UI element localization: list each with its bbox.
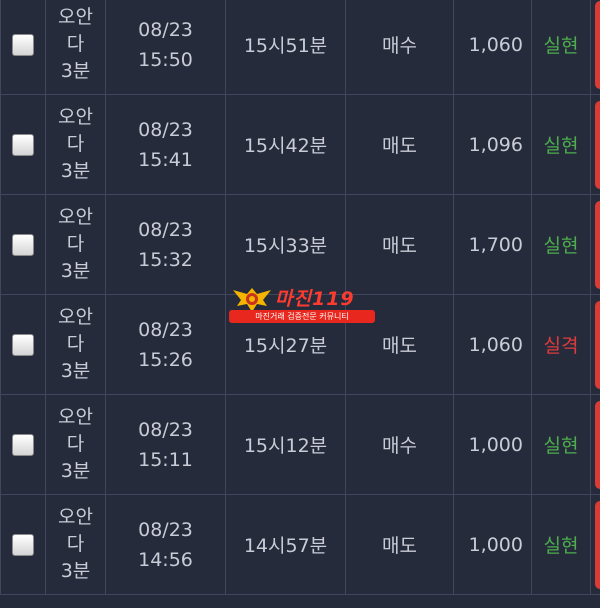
trade-side: 매도 [345,494,454,595]
row-checkbox[interactable] [12,333,34,356]
row-checkbox[interactable] [12,233,34,256]
row-select-cell[interactable] [0,194,46,295]
trade-amount: 1,700 [453,194,532,295]
round-time: 15시33분 [225,194,346,295]
trade-amount: 1,096 [453,94,532,195]
item-name: 오안 다 3분 [45,494,106,595]
table-row: 오안 다 3분 08/23 14:56 14시57분 매도 1,000 실현 [0,494,600,595]
order-time: 14:56 [138,548,193,571]
order-datetime: 08/23 14:56 [105,494,226,595]
watermark-tagline: 마진거래 검증전문 커뮤니티 [229,310,375,323]
trade-result: 실현 [531,494,591,595]
order-date: 08/23 [138,318,193,341]
row-select-cell[interactable] [0,394,46,495]
item-name-line: 3분 [60,160,91,182]
row-action-cell[interactable] [590,94,600,195]
item-name-line: 다 [66,333,85,355]
row-select-cell[interactable] [0,0,46,95]
item-name-line: 다 [66,133,85,155]
item-name-line: 3분 [60,260,91,282]
trade-result: 실현 [531,394,591,495]
order-datetime: 08/23 15:50 [105,0,226,95]
watermark-brand: 마진119 [275,288,355,310]
trade-amount: 1,060 [453,0,532,95]
round-time: 14시57분 [225,494,346,595]
row-checkbox[interactable] [12,533,34,556]
order-date: 08/23 [138,18,193,41]
item-name-line: 3분 [60,360,91,382]
trade-amount: 1,060 [453,294,532,395]
trade-result: 실현 [531,94,591,195]
item-name: 오안 다 3분 [45,194,106,295]
trade-amount: 1,000 [453,394,532,495]
table-row: 오안 다 3분 08/23 15:11 15시12분 매수 1,000 실현 [0,394,600,495]
row-action-cell[interactable] [590,194,600,295]
row-action-cell[interactable] [590,294,600,395]
item-name-line: 오안 [58,206,93,228]
order-date: 08/23 [138,218,193,241]
trade-side: 매수 [345,0,454,95]
order-time: 15:50 [138,48,193,71]
row-action-button[interactable] [595,300,600,389]
order-datetime: 08/23 15:32 [105,194,226,295]
row-action-cell[interactable] [590,0,600,95]
item-name-line: 다 [66,533,85,555]
trade-result: 실현 [531,0,591,95]
item-name-line: 오안 [58,406,93,428]
trade-side: 매도 [345,194,454,295]
item-name-line: 오안 [58,506,93,528]
order-datetime: 08/23 15:41 [105,94,226,195]
item-name-line: 3분 [60,560,91,582]
table-row: 오안 다 3분 08/23 15:41 15시42분 매도 1,096 실현 [0,94,600,195]
table-row: 오안 다 3분 08/23 15:50 15시51분 매수 1,060 실현 [0,0,600,95]
trade-amount: 1,000 [453,494,532,595]
trade-result: 실현 [531,194,591,295]
item-name-line: 3분 [60,460,91,482]
row-action-button[interactable] [595,200,600,289]
order-time: 15:11 [138,448,193,471]
row-select-cell[interactable] [0,494,46,595]
row-select-cell[interactable] [0,94,46,195]
order-datetime: 08/23 15:26 [105,294,226,395]
order-date: 08/23 [138,118,193,141]
item-name-line: 오안 [58,106,93,128]
trade-result: 실격 [531,294,591,395]
row-action-button[interactable] [595,0,600,89]
item-name: 오안 다 3분 [45,294,106,395]
order-time: 15:26 [138,348,193,371]
row-action-cell[interactable] [590,494,600,595]
item-name-line: 다 [66,33,85,55]
order-time: 15:32 [138,248,193,271]
item-name-line: 3분 [60,60,91,82]
order-datetime: 08/23 15:11 [105,394,226,495]
item-name-line: 오안 [58,306,93,328]
round-time: 15시12분 [225,394,346,495]
item-name-line: 다 [66,233,85,255]
row-select-cell[interactable] [0,294,46,395]
row-action-button[interactable] [595,400,600,489]
order-date: 08/23 [138,518,193,541]
order-time: 15:41 [138,148,193,171]
table-row: 오안 다 3분 08/23 15:32 15시33분 매도 1,700 실현 [0,194,600,295]
row-action-button[interactable] [595,100,600,189]
order-date: 08/23 [138,418,193,441]
trade-side: 매수 [345,394,454,495]
watermark-logo: 마진119 마진거래 검증전문 커뮤니티 [229,284,375,324]
item-name-line: 다 [66,433,85,455]
row-checkbox[interactable] [12,133,34,156]
row-action-button[interactable] [595,500,600,589]
item-name: 오안 다 3분 [45,394,106,495]
row-checkbox[interactable] [12,33,34,56]
item-name: 오안 다 3분 [45,94,106,195]
trade-side: 매도 [345,94,454,195]
item-name-line: 오안 [58,6,93,28]
row-action-cell[interactable] [590,394,600,495]
row-checkbox[interactable] [12,433,34,456]
item-name: 오안 다 3분 [45,0,106,95]
round-time: 15시51분 [225,0,346,95]
round-time: 15시42분 [225,94,346,195]
